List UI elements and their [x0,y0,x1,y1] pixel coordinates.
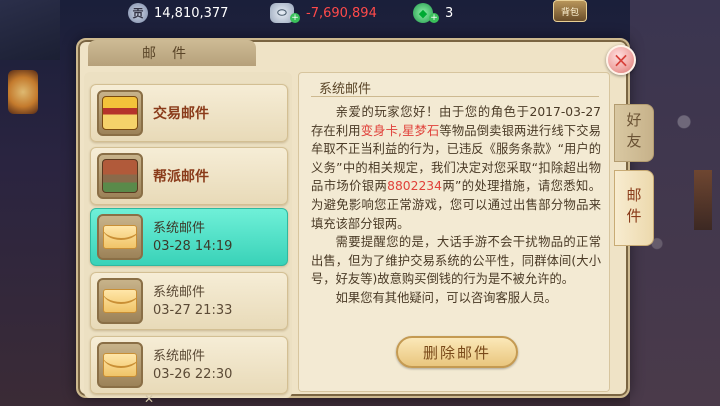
lantern-decoration [8,70,38,114]
highlight-amount: 8802234 [387,179,442,194]
mail-item-label: 系统邮件 [153,221,206,236]
silver-resource[interactable]: ⬭ + -7,690,894 [270,2,377,24]
envelope-icon [97,342,143,388]
bag-button[interactable]: 背包 [553,0,587,22]
mail-item-system[interactable]: 系统邮件 03-27 21:33 [90,272,288,330]
pillar-decoration [694,170,712,230]
mail-item-label: 帮派邮件 [153,169,209,185]
bag-label: 背包 [560,7,579,18]
panel-title: 邮件 [88,40,256,66]
mail-item-label: 系统邮件 [153,349,206,364]
jade-value: 3 [445,5,454,21]
mail-item-system-selected[interactable]: 系统邮件 03-28 14:19 [90,208,288,266]
close-button[interactable]: × [606,45,636,75]
mail-paragraph: 需要提醒您的是，大话手游不会干扰物品的正常出售，但为了维护交易系统的公平性，同群… [311,235,601,287]
tab-mail[interactable]: 邮件 [614,170,654,246]
mail-item-system[interactable]: 系统邮件 03-26 22:30 [90,336,288,394]
mail-content-body: 亲爱的玩家您好！由于您的角色于2017-03-27存在利用变身卡,星梦石等物品倒… [311,103,601,308]
mail-item-guild[interactable]: 帮派邮件 [90,147,288,205]
mail-item-date: 03-26 22:30 [153,367,233,382]
close-icon: × [612,48,630,72]
mail-item-trade[interactable]: 交易邮件 [90,84,288,142]
mail-item-label: 系统邮件 [153,285,206,300]
guild-building-icon [97,153,143,199]
mail-item-date: 03-27 21:33 [153,303,233,318]
resource-bar: 贡 14,810,377 ⬭ + -7,690,894 ◆ + 3 背包 [0,0,720,26]
add-silver-icon[interactable]: + [290,13,300,23]
mail-list[interactable]: 交易邮件 帮派邮件 系统邮件 03-28 14:19 系统邮件 03-27 21… [84,72,292,398]
gold-value: 14,810,377 [154,5,229,21]
trade-shop-icon [97,90,143,136]
mail-item-date: 03-28 14:19 [153,239,233,254]
delete-mail-button[interactable]: 删除邮件 [396,336,518,368]
close-small-icon: ✕ [144,392,155,406]
mail-item-label: 交易邮件 [153,106,209,122]
envelope-icon [97,214,143,260]
silver-value: -7,690,894 [306,5,377,21]
jade-resource[interactable]: ◆ + 3 [413,2,453,24]
mail-paragraph: 如果您有其他疑问，可以咨询客服人员。 [335,290,557,305]
add-jade-icon[interactable]: + [429,13,439,23]
gold-resource[interactable]: 贡 14,810,377 [128,2,228,24]
tab-friends[interactable]: 好友 [614,104,654,162]
envelope-icon [97,278,143,324]
highlight-items: 变身卡,星梦石 [360,123,440,138]
mail-content-title: 系统邮件 [311,77,599,97]
gold-coin-icon: 贡 [128,3,148,23]
mail-paragraph: 亲爱的玩家您好！由于您的角色于2017-03-27存在利用变身卡,星梦石等物品倒… [311,105,601,231]
